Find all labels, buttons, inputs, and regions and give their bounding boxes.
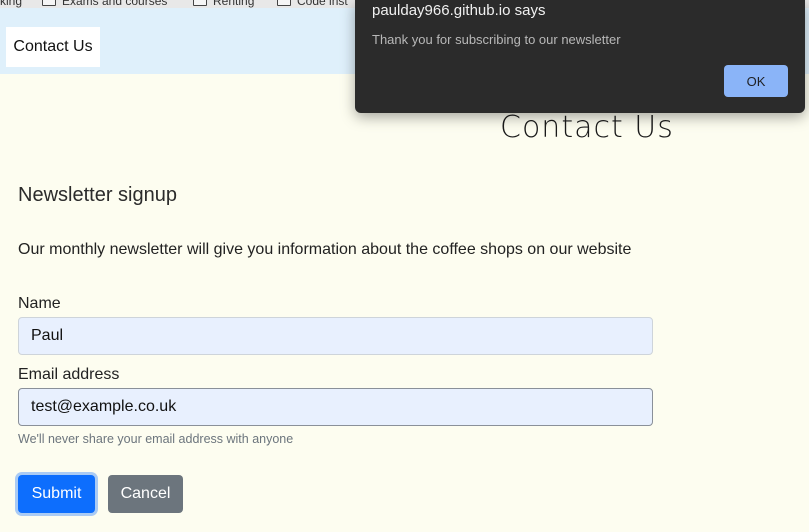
bookmark-label: king	[0, 0, 23, 8]
ok-button[interactable]: OK	[724, 65, 788, 97]
page-title: Contact Us	[500, 110, 674, 145]
name-label: Name	[18, 295, 61, 312]
bookmark-item[interactable]: king	[0, 0, 22, 8]
bookmark-item[interactable]: Exams and courses	[42, 0, 167, 8]
email-help-text: We'll never share your email address wit…	[18, 432, 294, 446]
email-label: Email address	[18, 366, 120, 383]
submit-button[interactable]: Submit	[18, 475, 95, 513]
section-heading: Newsletter signup	[18, 184, 177, 206]
name-field[interactable]	[18, 317, 653, 355]
folder-icon	[277, 0, 291, 6]
alert-dialog: paulday966.github.io says Thank you for …	[355, 0, 805, 113]
bookmark-label: Renting	[213, 0, 255, 8]
nav-item-contact-us[interactable]: Contact Us	[6, 27, 100, 67]
intro-text: Our monthly newsletter will give you inf…	[18, 241, 632, 258]
bookmark-label: Exams and courses	[62, 0, 168, 8]
email-field[interactable]	[18, 388, 653, 426]
dialog-title: paulday966.github.io says	[372, 2, 546, 19]
folder-icon	[193, 0, 207, 6]
bookmark-item[interactable]: Code inst	[277, 0, 348, 8]
bookmark-label: Code inst	[297, 0, 348, 8]
folder-icon	[42, 0, 56, 6]
cancel-button[interactable]: Cancel	[108, 475, 183, 513]
bookmark-item[interactable]: Renting	[193, 0, 254, 8]
dialog-message: Thank you for subscribing to our newslet…	[372, 32, 621, 47]
